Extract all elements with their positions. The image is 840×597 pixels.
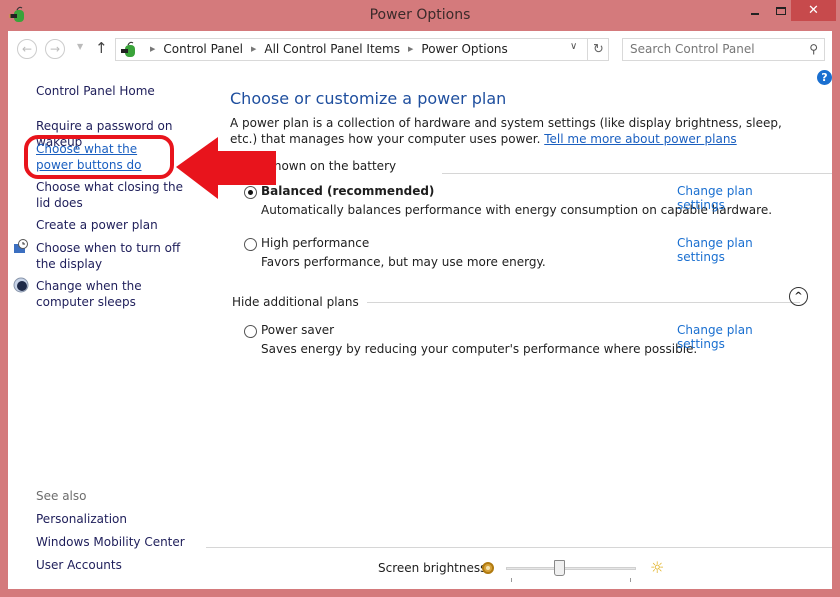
divider [366,301,800,303]
annotation-arrow-icon [176,137,276,199]
forward-arrow-icon: → [49,42,61,56]
footer-divider [206,547,832,548]
divider [442,172,832,174]
breadcrumb-control-panel[interactable]: Control Panel [163,42,243,56]
change-plan-settings-link[interactable]: Change plan settings [677,236,804,264]
window-body: ← → ▼ ↑ ▶ Control Panel ▶ All Control Pa… [8,31,832,589]
address-dropdown-icon[interactable]: ∨ [570,41,577,52]
see-also-personalization[interactable]: Personalization [36,511,201,527]
plan-name[interactable]: Power saver [261,323,334,337]
see-also-heading: See also [36,489,87,503]
back-button[interactable]: ← [17,39,37,59]
plan-name[interactable]: High performance [261,236,369,250]
collapse-chevron-icon[interactable]: ^ [789,287,808,306]
minimize-icon [751,12,759,15]
breadcrumb-separator-icon[interactable]: ▶ [408,45,413,53]
sidebar-control-panel-home[interactable]: Control Panel Home [36,83,201,99]
plan-radio-high-performance[interactable] [244,238,257,251]
search-input[interactable]: Search Control Panel ⚲ [622,38,825,61]
brightness-label: Screen brightness: [378,561,491,575]
learn-more-link[interactable]: Tell me more about power plans [544,132,736,146]
sidebar-turn-off-display[interactable]: Choose when to turn off the display [36,240,194,272]
refresh-button[interactable]: ↻ [587,39,609,60]
page-title: Choose or customize a power plan [230,89,507,108]
plan-name[interactable]: Balanced (recommended) [261,184,434,198]
breadcrumb-separator-icon[interactable]: ▶ [150,45,155,53]
close-icon: ✕ [808,3,819,18]
slider-tick [630,578,631,582]
change-plan-settings-link[interactable]: Change plan settings [677,323,804,351]
breadcrumb-separator-icon[interactable]: ▶ [251,45,256,53]
slider-thumb[interactable] [554,560,565,576]
breadcrumb-power-options[interactable]: Power Options [421,42,507,56]
group-label: Hide additional plans [232,295,359,309]
window-title: Power Options [369,7,471,23]
plan-description: Favors performance, but may use more ene… [261,255,546,269]
title-bar: Power Options ✕ [0,0,840,31]
main-content: Choose or customize a power plan A power… [206,67,832,589]
slider-track[interactable] [506,567,636,570]
brightness-high-icon: ☼ [650,558,665,577]
search-icon[interactable]: ⚲ [809,42,818,56]
up-button[interactable]: ↑ [95,39,108,57]
brightness-slider[interactable] [506,560,636,582]
moon-sleep-icon [13,277,29,293]
back-arrow-icon: ← [21,42,33,56]
recent-locations-dropdown[interactable]: ▼ [77,42,83,51]
sidebar-closing-lid[interactable]: Choose what closing the lid does [36,179,191,211]
navigation-bar: ← → ▼ ↑ ▶ Control Panel ▶ All Control Pa… [8,31,832,67]
forward-button[interactable]: → [45,39,65,59]
sidebar-create-plan[interactable]: Create a power plan [36,217,201,233]
address-bar[interactable]: ▶ Control Panel ▶ All Control Panel Item… [115,38,609,61]
slider-tick [511,578,512,582]
plan-description: Saves energy by reducing your computer's… [261,342,698,356]
breadcrumb-all-items[interactable]: All Control Panel Items [264,42,400,56]
plan-radio-power-saver[interactable] [244,325,257,338]
group-header-additional-plans[interactable]: Hide additional plans [232,295,800,309]
maximize-icon [776,6,786,15]
group-header-battery-meter: Plans shown on the battery meter [232,159,832,187]
see-also-mobility-center[interactable]: Windows Mobility Center [36,534,201,550]
power-options-icon [121,41,135,57]
see-also-user-accounts[interactable]: User Accounts [36,557,201,573]
breadcrumb: ▶ Control Panel ▶ All Control Panel Item… [142,42,508,56]
search-placeholder: Search Control Panel [630,42,755,56]
annotation-highlight-ellipse [24,135,174,179]
display-clock-icon [14,239,28,253]
sidebar-computer-sleeps[interactable]: Change when the computer sleeps [36,278,194,310]
minimize-button[interactable] [742,0,768,21]
intro-text: A power plan is a collection of hardware… [230,115,812,147]
change-plan-settings-link[interactable]: Change plan settings [677,184,804,212]
close-button[interactable]: ✕ [791,0,836,21]
brightness-low-icon [482,562,494,574]
